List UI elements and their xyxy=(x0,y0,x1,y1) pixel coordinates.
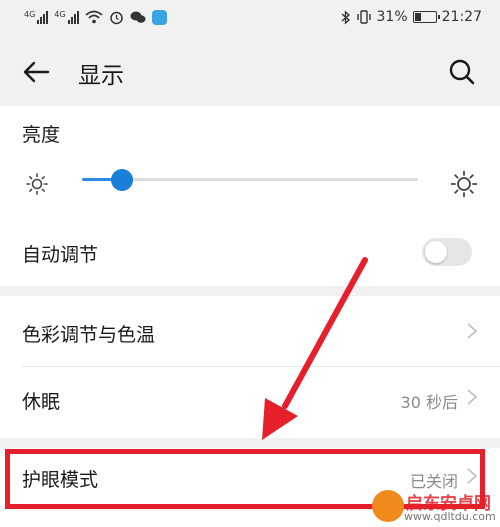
watermark-logo-icon xyxy=(372,490,404,522)
bluetooth-icon xyxy=(341,9,350,25)
battery-percent: 31% xyxy=(376,9,408,25)
sleep-label: 休眠 xyxy=(22,391,61,413)
page-title: 显示 xyxy=(78,63,124,89)
network-type-2: 4G xyxy=(54,10,66,19)
back-arrow-icon[interactable] xyxy=(22,60,50,84)
signal-2-icon: 4G xyxy=(54,10,79,24)
brightness-high-icon xyxy=(450,170,478,198)
display-settings-card: 色彩调节与色温 休眠 30 秒后 xyxy=(0,296,500,438)
toggle-knob xyxy=(425,241,447,263)
wechat-icon xyxy=(130,11,146,23)
vibrate-icon xyxy=(356,10,371,24)
color-temp-row[interactable]: 色彩调节与色温 xyxy=(0,296,500,366)
chevron-right-icon xyxy=(467,389,478,405)
brightness-card: 亮度 自动调节 xyxy=(0,106,500,286)
app-notification-icon xyxy=(151,9,167,25)
network-type-1: 4G xyxy=(24,10,36,19)
sleep-value: 30 秒后 xyxy=(400,393,458,412)
app-header: 显示 xyxy=(0,34,500,106)
auto-adjust-label: 自动调节 xyxy=(22,244,99,266)
search-icon[interactable] xyxy=(448,58,476,86)
brightness-low-icon xyxy=(26,173,48,195)
brightness-title: 亮度 xyxy=(22,124,61,146)
clock: 21:27 xyxy=(441,9,482,25)
status-bar: 4G 4G 31% 21:27 xyxy=(0,0,500,34)
status-left: 4G 4G xyxy=(24,9,167,25)
color-temp-label: 色彩调节与色温 xyxy=(22,324,156,346)
signal-1-icon: 4G xyxy=(24,10,49,24)
brightness-slider[interactable] xyxy=(82,168,418,191)
battery-icon xyxy=(412,11,440,23)
auto-adjust-toggle[interactable] xyxy=(422,238,472,266)
alarm-icon xyxy=(109,11,123,24)
sleep-row[interactable]: 休眠 30 秒后 xyxy=(0,367,500,437)
wifi-icon xyxy=(85,10,103,24)
status-right: 31% 21:27 xyxy=(341,9,482,25)
watermark-url: www.qdltdu.com xyxy=(404,510,496,523)
chevron-right-icon xyxy=(467,323,478,339)
brightness-slider-thumb[interactable] xyxy=(111,168,134,191)
